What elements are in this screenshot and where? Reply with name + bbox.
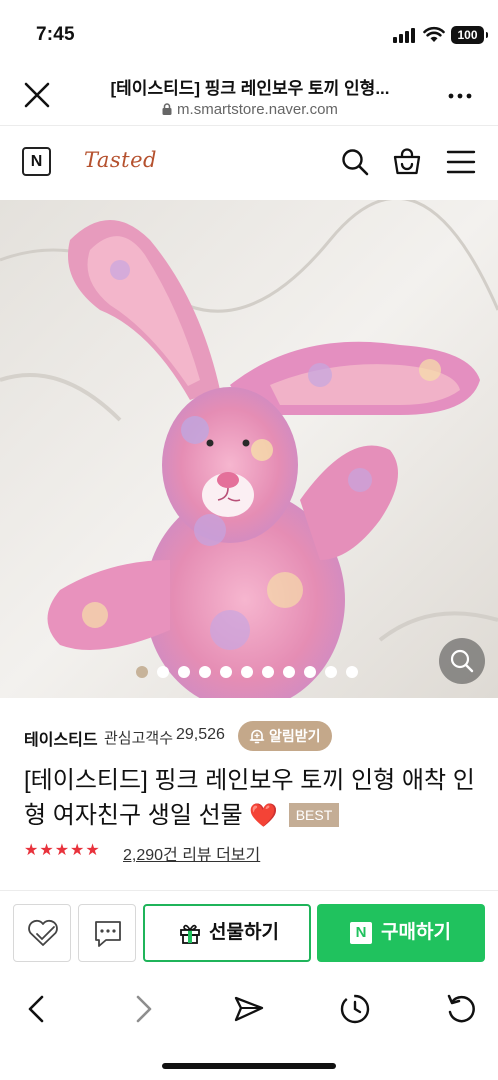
- seller-name[interactable]: 테이스티드: [24, 726, 98, 750]
- status-time: 7:45: [36, 24, 75, 45]
- rating-stars: ★★★★★: [24, 842, 101, 859]
- pagination-dot[interactable]: [157, 666, 169, 678]
- gift-button[interactable]: 선물하기: [143, 904, 311, 962]
- url-address[interactable]: m.smartstore.naver.com: [80, 101, 420, 118]
- buy-button[interactable]: N 구매하기: [317, 904, 485, 962]
- pagination-dot[interactable]: [136, 666, 148, 678]
- rating-row: ★★★★★ 2,290건 리뷰 더보기: [24, 840, 484, 864]
- home-indicator[interactable]: [162, 1063, 336, 1069]
- forward-icon[interactable]: [126, 992, 160, 1026]
- shopping-bag-icon[interactable]: [392, 146, 422, 176]
- review-link[interactable]: 2,290건 리뷰 더보기: [123, 841, 260, 865]
- lock-icon: [162, 103, 172, 115]
- pagination-dot[interactable]: [262, 666, 274, 678]
- pagination-dot[interactable]: [325, 666, 337, 678]
- store-header: N Tasted: [0, 126, 498, 200]
- zoom-icon: [450, 649, 474, 673]
- wifi-icon: [423, 26, 445, 42]
- follower-label: 관심고객수: [104, 730, 174, 747]
- alarm-label: 알림받기: [269, 728, 321, 744]
- pagination-dot[interactable]: [199, 666, 211, 678]
- share-icon[interactable]: [232, 992, 266, 1026]
- history-icon[interactable]: [338, 992, 372, 1026]
- alarm-button[interactable]: 알림받기: [238, 721, 332, 751]
- follower-count: 29,526: [176, 726, 225, 743]
- gift-label: 선물하기: [209, 922, 279, 943]
- more-icon[interactable]: [446, 82, 474, 110]
- status-bar: 7:45 100: [0, 0, 498, 64]
- product-title: [테이스티드] 핑크 레인보우 토끼 인형 애착 인형 여자친구 생일 선물 ❤…: [24, 763, 484, 833]
- bunny-plush-photo: [0, 200, 498, 698]
- menu-icon[interactable]: [446, 148, 476, 176]
- brand-logo[interactable]: Tasted: [84, 148, 157, 172]
- heart-emoji: ❤️: [249, 802, 279, 828]
- bell-plus-icon: [249, 729, 265, 744]
- buy-label: 구매하기: [381, 922, 451, 943]
- battery-icon: 100: [451, 26, 488, 44]
- seller-row: 테이스티드 관심고객수 29,526 알림받기: [0, 716, 498, 756]
- search-icon[interactable]: [340, 147, 370, 177]
- chat-icon: [95, 921, 121, 947]
- close-icon[interactable]: [20, 78, 54, 112]
- purchase-bar: 선물하기 N 구매하기: [0, 904, 498, 964]
- browser-bar: [테이스티드] 핑크 레인보우 토끼 인형... m.smartstore.na…: [0, 64, 498, 126]
- gift-icon: [180, 924, 200, 944]
- divider: [0, 890, 498, 891]
- zoom-button[interactable]: [439, 638, 485, 684]
- talk-button[interactable]: [78, 904, 136, 962]
- naver-logo[interactable]: N: [22, 147, 51, 176]
- wishlist-button[interactable]: [13, 904, 71, 962]
- reload-icon[interactable]: [444, 992, 478, 1026]
- product-image[interactable]: [0, 200, 498, 698]
- pagination-dot[interactable]: [283, 666, 295, 678]
- pagination-dot[interactable]: [178, 666, 190, 678]
- pagination-dot[interactable]: [304, 666, 316, 678]
- pagination-dot[interactable]: [346, 666, 358, 678]
- heart-check-icon: [28, 919, 58, 946]
- page-title[interactable]: [테이스티드] 핑크 레인보우 토끼 인형...: [80, 74, 420, 99]
- browser-toolbar: [0, 980, 498, 1040]
- best-badge: BEST: [288, 803, 340, 827]
- cellular-signal-icon: [393, 27, 417, 43]
- back-icon[interactable]: [20, 992, 54, 1026]
- url-text: m.smartstore.naver.com: [177, 101, 338, 118]
- pagination-dot[interactable]: [220, 666, 232, 678]
- naver-pay-badge: N: [350, 922, 372, 944]
- pagination-dot[interactable]: [241, 666, 253, 678]
